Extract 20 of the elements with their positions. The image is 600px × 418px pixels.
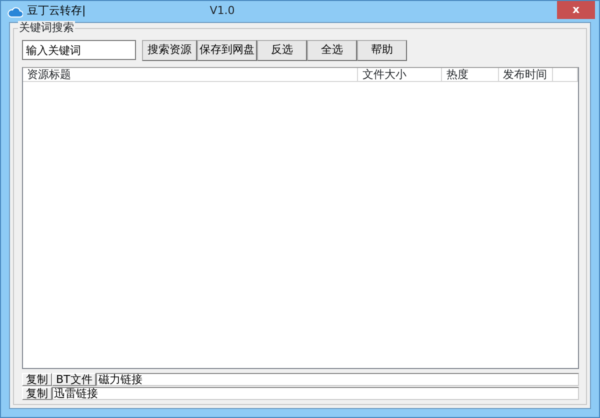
small-button[interactable]: 复制 (22, 373, 52, 386)
link-field[interactable]: 磁力链接 (96, 373, 579, 386)
small-button[interactable]: 复制 (22, 387, 52, 400)
search-field[interactable]: 输入关键词 (22, 40, 136, 60)
column-header[interactable]: 发布时间 (498, 68, 554, 81)
column-header[interactable]: 文件大小 (358, 68, 442, 81)
version-label: V1.0 (210, 3, 235, 20)
toolbar-button[interactable]: 保存到网盘 (197, 40, 257, 60)
column-header[interactable]: 资源标题 (23, 68, 358, 81)
window-title: 豆丁云转存| (27, 3, 86, 20)
cloud-icon (7, 6, 23, 18)
link-field[interactable]: 迅雷链接 (52, 387, 579, 400)
toolbar-button[interactable]: 搜索资源 (142, 40, 197, 60)
toolbar-button[interactable]: 反选 (257, 40, 307, 60)
column-header[interactable]: 热度 (442, 68, 499, 81)
small-button[interactable]: BT文件 (52, 373, 96, 386)
group-title: 关键词搜索 (18, 21, 75, 35)
close-button[interactable]: x (557, 1, 595, 19)
toolbar-button[interactable]: 全选 (307, 40, 357, 60)
toolbar-button[interactable]: 帮助 (357, 40, 407, 60)
